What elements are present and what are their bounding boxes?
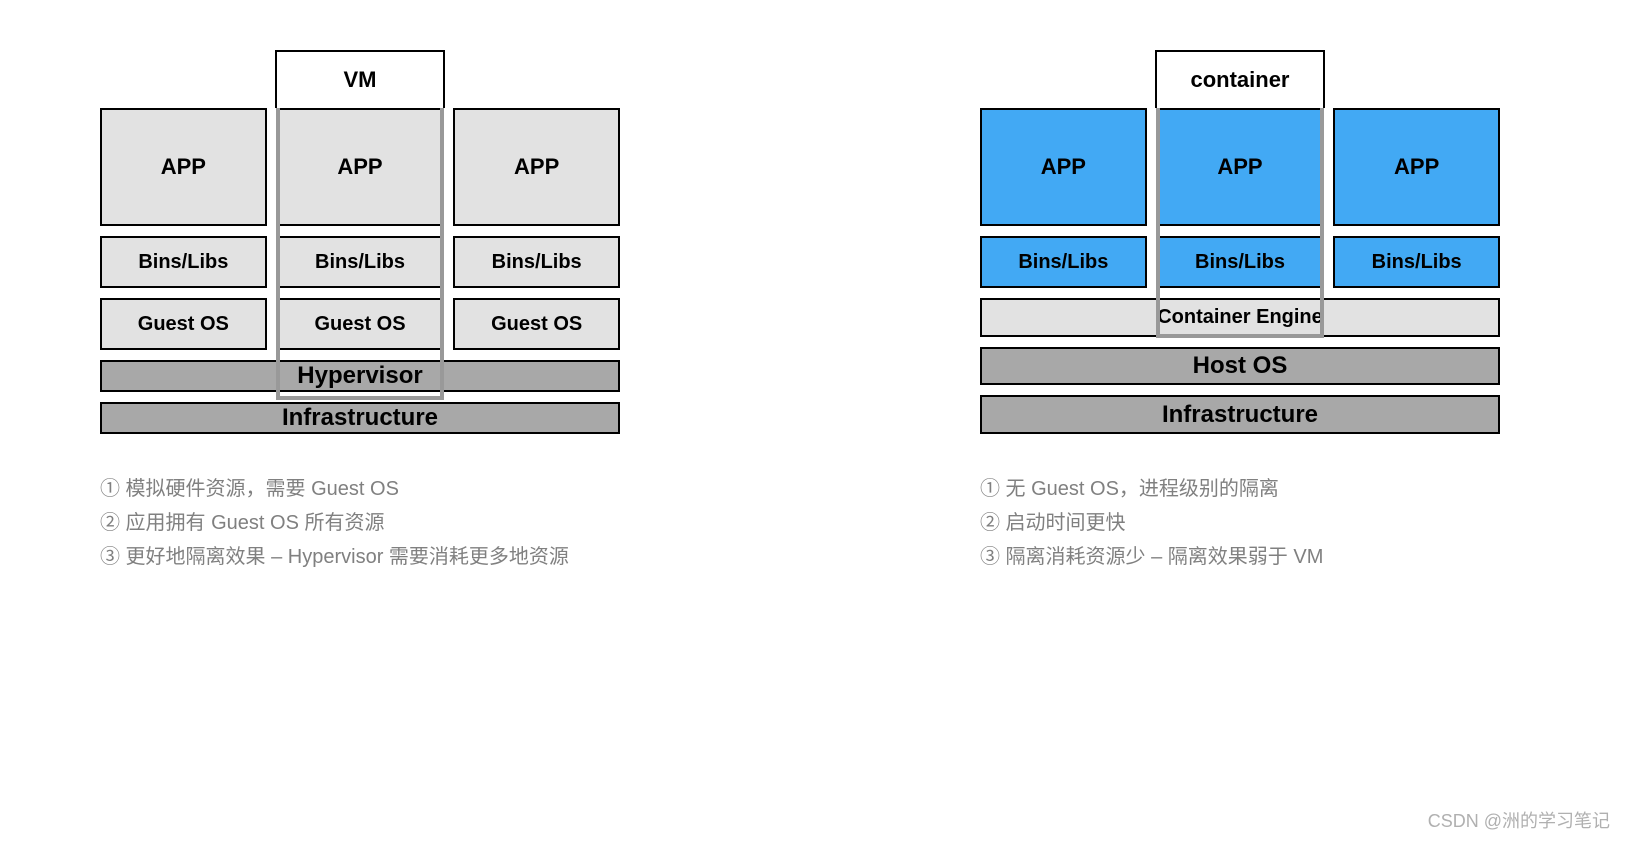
ctr-notes: ① 无 Guest OS，进程级别的隔离 ② 启动时间更快 ③ 隔离消耗资源少 … [980,472,1500,574]
vm-app-2: APP [453,108,620,226]
vm-app-1: APP [277,108,444,226]
vm-note-1: ① 模拟硬件资源，需要 Guest OS [100,472,620,506]
vm-guest-1: Guest OS [277,298,444,350]
vm-app-0: APP [100,108,267,226]
vm-bins-0: Bins/Libs [100,236,267,288]
ctr-note-1: ① 无 Guest OS，进程级别的隔离 [980,472,1500,506]
ctr-note-2: ② 启动时间更快 [980,506,1500,540]
vm-header: VM [275,50,444,108]
ctr-app-0: APP [980,108,1147,226]
host-os: Host OS [980,347,1500,386]
ctr-bins-0: Bins/Libs [980,236,1147,288]
vm-bins-1: Bins/Libs [277,236,444,288]
container-header: container [1155,50,1324,108]
vm-guest-2: Guest OS [453,298,620,350]
vm-guest-0: Guest OS [100,298,267,350]
vm-infra: Infrastructure [100,402,620,434]
ctr-bins-1: Bins/Libs [1157,236,1324,288]
watermark: CSDN @洲的学习笔记 [1428,807,1610,833]
container-engine: Container Engine [980,298,1500,337]
vm-stack: VM APP APP APP Bins/Libs Bins/Libs Bins/… [100,50,620,574]
ctr-infra: Infrastructure [980,395,1500,434]
container-stack: container APP APP APP Bins/Libs Bins/Lib… [980,50,1500,574]
vm-note-2: ② 应用拥有 Guest OS 所有资源 [100,506,620,540]
hypervisor: Hypervisor [100,360,620,392]
ctr-app-2: APP [1333,108,1500,226]
ctr-bins-2: Bins/Libs [1333,236,1500,288]
vm-note-3: ③ 更好地隔离效果 – Hypervisor 需要消耗更多地资源 [100,540,620,574]
ctr-app-1: APP [1157,108,1324,226]
ctr-note-3: ③ 隔离消耗资源少 – 隔离效果弱于 VM [980,540,1500,574]
vm-bins-2: Bins/Libs [453,236,620,288]
vm-notes: ① 模拟硬件资源，需要 Guest OS ② 应用拥有 Guest OS 所有资… [100,472,620,574]
